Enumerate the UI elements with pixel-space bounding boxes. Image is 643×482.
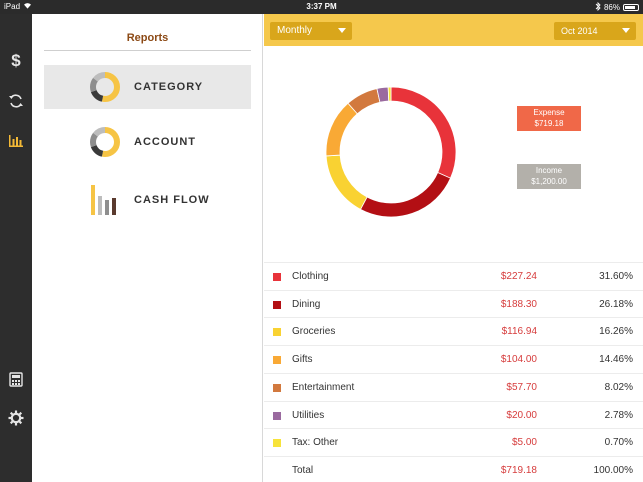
category-amount: $116.94	[501, 326, 537, 338]
report-item-label: CASH FLOW	[134, 194, 210, 206]
income-label: Income	[535, 166, 563, 175]
category-amount: $20.00	[506, 409, 537, 421]
donut-slice-gifts	[325, 102, 358, 157]
category-swatch	[273, 411, 281, 420]
chart-area: Expense $719.18 Income $1,200.00	[264, 46, 643, 262]
report-item-label: CATEGORY	[134, 81, 204, 93]
category-percent: 14.46%	[599, 354, 633, 366]
total-amount: $719.18	[500, 464, 537, 476]
bluetooth-icon	[595, 1, 601, 13]
category-percent: 26.18%	[599, 298, 633, 310]
battery-icon	[623, 4, 639, 11]
status-bar: iPad 3:37 PM 86%	[0, 0, 643, 14]
dollar-icon[interactable]: $	[0, 48, 32, 72]
cash-flow-bars-icon	[88, 183, 122, 217]
category-name: Dining	[292, 298, 321, 310]
category-percent: 16.26%	[599, 326, 633, 338]
calculator-icon[interactable]	[0, 367, 32, 391]
category-percent: 8.02%	[604, 381, 633, 393]
table-row[interactable]: Gifts $104.00 14.46%	[264, 345, 643, 373]
donut-slice-tax-other	[387, 86, 392, 102]
expense-label: Expense	[533, 108, 565, 117]
report-view: Monthly Oct 2014 Expense $719.18 Income …	[264, 14, 643, 482]
category-name: Gifts	[292, 354, 313, 366]
category-percent: 31.60%	[599, 271, 633, 282]
category-swatch	[273, 273, 281, 281]
category-donut-chart	[325, 86, 457, 218]
period-dropdown[interactable]: Monthly	[270, 22, 352, 40]
category-name: Clothing	[292, 271, 329, 282]
category-name: Tax: Other	[292, 437, 339, 449]
category-amount: $5.00	[511, 437, 537, 449]
account-donut-icon	[88, 125, 122, 159]
category-name: Entertainment	[292, 381, 355, 393]
category-percent: 0.70%	[604, 437, 633, 449]
chevron-down-icon	[622, 28, 630, 33]
total-label: Total	[292, 464, 314, 476]
table-row[interactable]: Tax: Other $5.00 0.70%	[264, 428, 643, 456]
svg-text:$: $	[11, 51, 21, 69]
sync-icon[interactable]	[0, 89, 32, 113]
category-swatch	[273, 383, 281, 392]
month-dropdown[interactable]: Oct 2014	[554, 22, 636, 40]
divider	[44, 50, 251, 51]
report-item-category[interactable]: CATEGORY	[44, 65, 251, 109]
category-name: Groceries	[292, 326, 336, 338]
table-row[interactable]: Dining $188.30 26.18%	[264, 289, 643, 318]
table-row[interactable]: Entertainment $57.70 8.02%	[264, 372, 643, 401]
income-value: $1,200.00	[531, 177, 567, 186]
category-amount: $104.00	[500, 354, 537, 366]
gear-icon[interactable]	[0, 406, 32, 430]
reports-title: Reports	[126, 32, 169, 44]
expense-value: $719.18	[534, 119, 564, 128]
table-row[interactable]: Groceries $116.94 16.26%	[264, 317, 643, 345]
category-swatch	[273, 300, 281, 309]
expense-summary: Expense $719.18	[517, 106, 581, 131]
battery-percent: 86%	[603, 3, 620, 12]
category-amount: $227.24	[500, 271, 537, 282]
status-time: 3:37 PM	[306, 2, 337, 11]
period-label: Monthly	[277, 25, 313, 36]
category-donut-icon	[88, 70, 122, 104]
donut-slice-dining	[359, 172, 452, 218]
month-label: Oct 2014	[561, 26, 598, 36]
report-item-account[interactable]: ACCOUNT	[44, 120, 251, 164]
toolbar: Monthly Oct 2014	[264, 14, 643, 46]
income-summary: Income $1,200.00	[517, 164, 581, 189]
total-row: Total $719.18 100.00%	[264, 455, 643, 482]
reports-panel: Reports CATEGORY ACCOUNT CASH FLOW	[32, 14, 263, 482]
bar-chart-icon[interactable]	[0, 129, 32, 153]
report-item-cash-flow[interactable]: CASH FLOW	[44, 178, 251, 222]
donut-slice-clothing	[390, 86, 457, 179]
category-swatch	[273, 439, 281, 448]
donut-slice-groceries	[325, 154, 368, 210]
table-row[interactable]: Utilities $20.00 2.78%	[264, 400, 643, 429]
table-row[interactable]: Clothing $227.24 31.60%	[264, 262, 643, 290]
category-swatch	[273, 328, 281, 337]
side-rail: $	[0, 14, 32, 482]
category-swatch	[273, 356, 281, 365]
chevron-down-icon	[338, 28, 346, 33]
category-percent: 2.78%	[604, 409, 633, 421]
report-item-label: ACCOUNT	[134, 136, 196, 148]
category-name: Utilities	[292, 409, 325, 421]
category-amount: $57.70	[506, 381, 537, 393]
total-percent: 100.00%	[593, 464, 633, 476]
category-amount: $188.30	[500, 298, 537, 310]
